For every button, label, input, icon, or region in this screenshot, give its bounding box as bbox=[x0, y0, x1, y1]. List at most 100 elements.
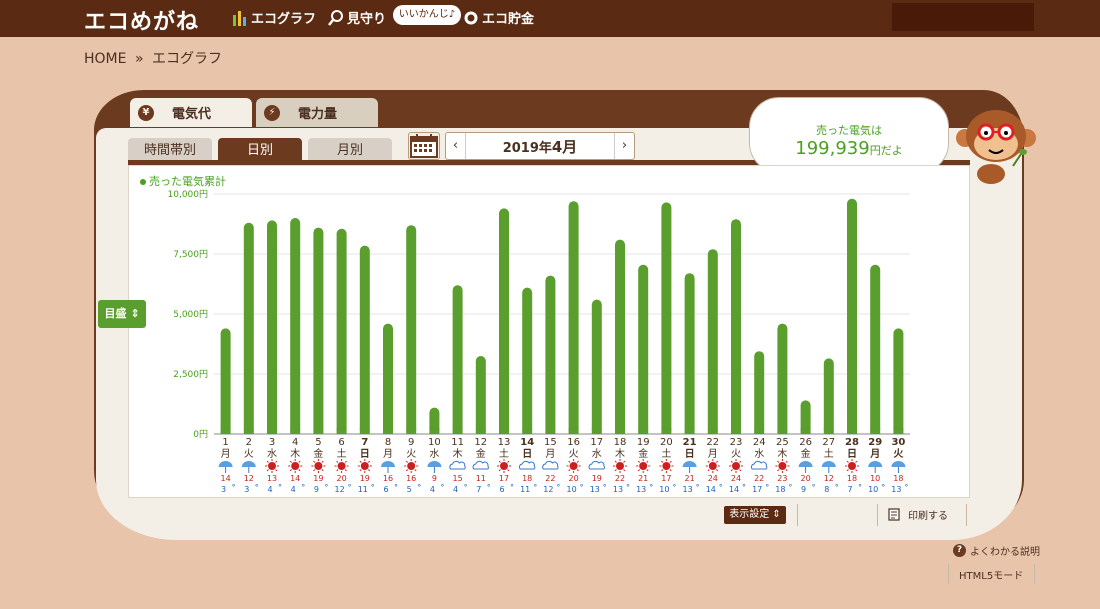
degree-sign: ° bbox=[394, 483, 398, 492]
high-temp: 16 bbox=[383, 474, 393, 483]
status-bubble: いいかんじ♪ bbox=[393, 5, 461, 25]
x-tick-label: 14 bbox=[520, 437, 534, 448]
degree-sign: ° bbox=[626, 483, 630, 492]
x-tick-label: 27 bbox=[822, 437, 835, 448]
html5-mode-link[interactable]: HTML5モード bbox=[959, 567, 1023, 582]
sun-icon bbox=[848, 462, 856, 470]
x-tick-label: 16 bbox=[567, 437, 580, 448]
weekday-label: 金 bbox=[638, 447, 648, 460]
high-temp: 11 bbox=[476, 474, 486, 483]
degree-sign: ° bbox=[278, 483, 282, 492]
low-temp: 17 bbox=[752, 485, 762, 494]
bar-chart-icon bbox=[233, 10, 246, 26]
prev-month-button[interactable]: ‹ bbox=[446, 133, 466, 159]
sun-ray bbox=[289, 469, 293, 472]
degree-sign: ° bbox=[232, 483, 236, 492]
cloud-icon bbox=[588, 460, 605, 470]
low-temp: 3 bbox=[244, 485, 249, 494]
bar-base bbox=[847, 428, 857, 434]
low-temp: 3 bbox=[221, 485, 226, 494]
bar-base bbox=[290, 428, 301, 434]
subtab-hourly[interactable]: 時間帯別 bbox=[128, 138, 212, 162]
degree-sign: ° bbox=[417, 483, 421, 492]
question-icon: ? bbox=[953, 544, 966, 557]
subtab-monthly[interactable]: 月別 bbox=[308, 138, 392, 162]
sun-icon bbox=[268, 462, 276, 470]
nav-label: エコグラフ bbox=[251, 12, 317, 27]
nav-eco-savings[interactable]: エコ貯金 bbox=[463, 8, 534, 27]
weekday-label: 月 bbox=[869, 448, 880, 460]
low-temp: 11 bbox=[520, 485, 530, 494]
bar-base bbox=[615, 428, 625, 434]
sun-ray bbox=[313, 460, 316, 463]
divider bbox=[966, 504, 967, 526]
weekday-label: 月 bbox=[221, 448, 231, 460]
degree-sign: ° bbox=[858, 483, 862, 492]
subtab-daily[interactable]: 日別 bbox=[218, 138, 302, 162]
print-button[interactable]: 印刷する bbox=[888, 507, 948, 522]
x-tick-label: 3 bbox=[269, 437, 275, 448]
sun-ray bbox=[414, 469, 417, 472]
high-temp: 12 bbox=[824, 474, 834, 483]
bar-base bbox=[684, 428, 695, 434]
x-tick-label: 18 bbox=[614, 437, 627, 448]
bar-base bbox=[661, 428, 672, 434]
x-tick-label: 19 bbox=[637, 437, 650, 448]
calendar-button[interactable] bbox=[408, 132, 440, 160]
bar-base bbox=[731, 428, 741, 434]
low-temp: 9 bbox=[314, 485, 319, 494]
current-year: 2019年 bbox=[502, 140, 552, 156]
help-link[interactable]: ? よくわかる説明 bbox=[953, 543, 1040, 558]
sun-icon bbox=[662, 462, 671, 470]
high-temp: 19 bbox=[360, 474, 370, 483]
high-temp: 13 bbox=[267, 474, 277, 483]
degree-sign: ° bbox=[464, 483, 468, 492]
sun-ray bbox=[661, 469, 664, 472]
nav-eco-graph[interactable]: エコグラフ bbox=[232, 8, 316, 27]
tab-electricity-cost[interactable]: ¥ 電気代 bbox=[130, 98, 252, 127]
sun-ray bbox=[739, 460, 742, 463]
sun-ray bbox=[739, 469, 742, 472]
weekday-label: 火 bbox=[244, 448, 254, 460]
low-temp: 13 bbox=[590, 485, 600, 494]
sun-icon bbox=[569, 462, 578, 470]
breadcrumb-home[interactable]: HOME bbox=[84, 51, 126, 67]
sun-ray bbox=[344, 460, 347, 463]
x-tick-label: 9 bbox=[408, 437, 414, 448]
bar bbox=[406, 225, 417, 434]
high-temp: 21 bbox=[638, 474, 648, 483]
bar bbox=[290, 218, 301, 434]
sun-ray bbox=[623, 469, 626, 472]
bar bbox=[568, 201, 579, 434]
nav-mimamori[interactable]: 見守り bbox=[328, 8, 386, 27]
app-logo[interactable]: エコめがね bbox=[84, 4, 199, 36]
display-settings-button[interactable]: 表示設定 ⇕ bbox=[724, 506, 786, 524]
magnifier-icon bbox=[328, 9, 343, 26]
umbrella-icon bbox=[682, 461, 697, 467]
x-tick-label: 20 bbox=[660, 437, 673, 448]
sun-ray bbox=[576, 460, 579, 463]
tab-electricity-amount[interactable]: ⚡ 電力量 bbox=[256, 98, 378, 127]
weekday-label: 金 bbox=[313, 447, 323, 460]
weekday-label: 金 bbox=[476, 447, 486, 460]
weekday-label: 火 bbox=[731, 448, 741, 460]
breadcrumb-current: エコグラフ bbox=[151, 51, 222, 67]
nav-label: 見守り bbox=[347, 12, 387, 27]
user-account-box[interactable] bbox=[892, 3, 1034, 31]
low-temp: 8 bbox=[824, 485, 829, 494]
cloud-icon bbox=[542, 460, 559, 470]
high-temp: 22 bbox=[754, 474, 764, 483]
sun-ray bbox=[715, 460, 719, 463]
bar bbox=[267, 220, 277, 434]
cloud-icon bbox=[472, 460, 489, 470]
sun-ray bbox=[855, 460, 858, 463]
bar bbox=[870, 264, 881, 434]
low-temp: 11 bbox=[358, 485, 368, 494]
bar-base bbox=[522, 428, 533, 434]
next-month-button[interactable]: › bbox=[614, 133, 634, 159]
sun-ray bbox=[275, 469, 278, 472]
sun-ray bbox=[367, 469, 371, 472]
bar-base bbox=[568, 428, 579, 434]
degree-sign: ° bbox=[881, 483, 885, 492]
high-temp: 18 bbox=[847, 474, 857, 483]
